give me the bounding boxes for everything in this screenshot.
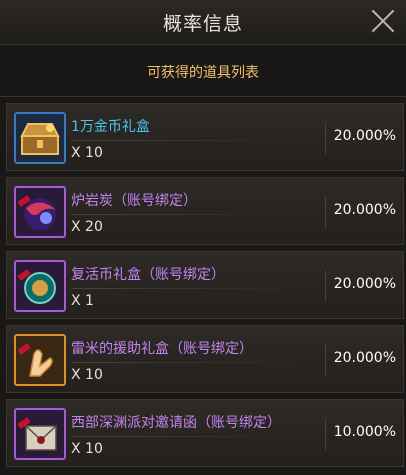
item-rate: 10.000% (333, 424, 396, 440)
list-item[interactable]: 1万金币礼盒 X 10 20.000% (6, 103, 404, 171)
list-item[interactable]: 西部深渊派对邀请函（账号绑定） X 10 10.000% (6, 399, 404, 467)
item-name: 炉岩炭（账号绑定） (71, 193, 197, 209)
item-rate: 20.000% (333, 276, 396, 292)
item-quantity: X 20 (71, 219, 103, 235)
item-quantity: X 10 (71, 145, 103, 161)
dialog-title: 概率信息 (162, 13, 243, 35)
item-divider (71, 362, 301, 363)
item-list: 1万金币礼盒 X 10 20.000% 炉岩炭（账号绑定） X 20 20.00… (6, 103, 404, 473)
item-rate: 20.000% (333, 350, 396, 366)
item-name: 1万金币礼盒 (71, 119, 150, 135)
column-separator (325, 270, 326, 302)
revive-coin-icon (14, 260, 66, 312)
gold-chest-icon (14, 112, 66, 164)
close-icon[interactable] (370, 8, 396, 34)
abyss-invitation-icon (14, 408, 66, 460)
item-quantity: X 1 (71, 293, 94, 309)
list-item[interactable]: 复活币礼盒（账号绑定） X 1 20.000% (6, 251, 404, 319)
item-rate: 20.000% (333, 202, 396, 218)
list-item[interactable]: 雷米的援助礼盒（账号绑定） X 10 20.000% (6, 325, 404, 393)
column-separator (325, 122, 326, 154)
item-divider (71, 214, 301, 215)
item-rate: 20.000% (333, 128, 396, 144)
item-quantity: X 10 (71, 367, 103, 383)
column-separator (325, 196, 326, 228)
remy-aid-box-icon (14, 334, 66, 386)
column-separator (325, 344, 326, 376)
list-subtitle: 可获得的道具列表 (147, 65, 259, 81)
lava-stone-icon (14, 186, 66, 238)
subtitle-divider (0, 96, 406, 97)
item-name: 西部深渊派对邀请函（账号绑定） (71, 415, 281, 431)
item-divider (71, 436, 301, 437)
list-item[interactable]: 炉岩炭（账号绑定） X 20 20.000% (6, 177, 404, 245)
column-separator (325, 418, 326, 450)
item-name: 复活币礼盒（账号绑定） (71, 267, 225, 283)
item-divider (71, 140, 301, 141)
item-quantity: X 10 (71, 441, 103, 457)
item-divider (71, 288, 301, 289)
item-name: 雷米的援助礼盒（账号绑定） (71, 341, 253, 357)
dialog-header: 概率信息 (0, 0, 406, 45)
